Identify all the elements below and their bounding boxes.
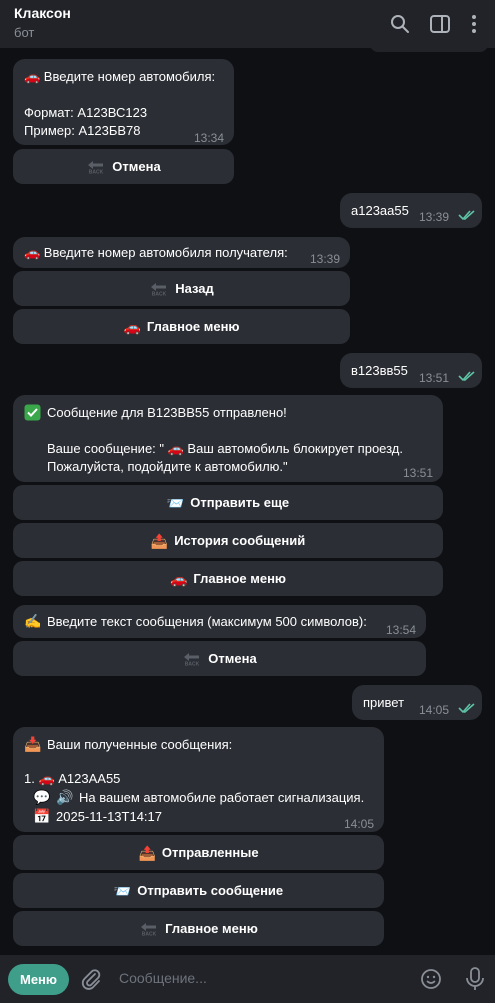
bot-message-enter-text: ✍️ Введите текст сообщения (максимум 500… — [13, 605, 426, 638]
bot-message-sent-confirmation: Сообщение для В123ВВ55 отправлено! Ваше … — [13, 395, 443, 482]
svg-text:BACK: BACK — [89, 169, 104, 174]
main-menu-button-label: Главное меню — [193, 571, 287, 586]
message-time: 14:05 — [419, 703, 450, 717]
received-item-plate: 1. 🚗 А123АА55 — [24, 771, 121, 786]
received-item-date: 2025-11-13T14:17 — [56, 809, 163, 824]
emoji-icon[interactable] — [419, 967, 443, 991]
user-message: в123вв55 13:51 — [340, 353, 482, 388]
message-text: Введите текст сообщения (максимум 500 си… — [47, 614, 367, 629]
chat-title[interactable]: Клаксон — [14, 5, 71, 21]
message-time: 13:34 — [194, 131, 225, 145]
bot-message-received-list: 📥 Ваши полученные сообщения: 1. 🚗 А123АА… — [13, 727, 384, 832]
read-ticks-icon — [458, 210, 475, 221]
sent-messages-button[interactable]: 📤 Отправленные — [13, 835, 384, 870]
back-button[interactable]: BACK Назад — [13, 271, 350, 306]
speech-bubble-icon: 💬 — [33, 789, 51, 805]
envelope-icon: 📨 — [166, 494, 185, 511]
read-ticks-icon — [458, 703, 475, 714]
inbox-tray-icon: 📥 — [24, 736, 42, 752]
sent-messages-button-label: Отправленные — [161, 845, 259, 860]
car-icon: 🚗 — [123, 318, 141, 335]
message-history-button[interactable]: 📤 История сообщений — [13, 523, 443, 558]
send-message-button-label: Отправить сообщение — [137, 883, 284, 898]
message-text: а123аа55 — [351, 203, 409, 218]
search-icon[interactable] — [388, 12, 412, 36]
car-icon: 🚗 — [169, 570, 188, 587]
cancel-button[interactable]: BACK Отмена — [13, 149, 234, 184]
more-vertical-icon[interactable] — [462, 12, 486, 36]
writing-hand-icon: ✍️ — [24, 613, 42, 629]
message-time: 14:05 — [344, 817, 375, 831]
send-more-button[interactable]: 📨 Отправить еще — [13, 485, 443, 520]
svg-text:BACK: BACK — [152, 291, 167, 296]
message-text: Сообщение для В123ВВ55 отправлено! Ваше … — [47, 405, 403, 474]
send-message-button[interactable]: 📨 Отправить сообщение — [13, 873, 384, 908]
message-text: 🚗 Введите номер автомобиля: Формат: А123… — [24, 69, 216, 138]
main-menu-button-label: Главное меню — [146, 319, 240, 334]
message-time: 13:39 — [310, 252, 341, 266]
message-time: 13:54 — [386, 623, 417, 637]
paperclip-icon[interactable] — [79, 967, 103, 991]
calendar-icon: 📅 — [33, 808, 51, 824]
message-time: 13:39 — [419, 210, 450, 224]
envelope-icon: 📨 — [113, 882, 132, 899]
user-message: привет 14:05 — [352, 685, 482, 720]
back-icon: BACK — [184, 652, 200, 666]
cancel-button[interactable]: BACK Отмена — [13, 641, 426, 676]
message-title: Ваши полученные сообщения: — [47, 737, 233, 752]
chat-header: Клаксон бот — [0, 0, 495, 48]
svg-text:BACK: BACK — [142, 931, 157, 936]
check-mark-icon — [24, 404, 41, 421]
outbox-tray-icon: 📤 — [138, 844, 156, 861]
main-menu-button[interactable]: 🚗 Главное меню — [13, 561, 443, 596]
user-message: а123аа55 13:39 — [340, 193, 482, 228]
message-time: 13:51 — [403, 466, 434, 480]
back-button-label: Назад — [175, 281, 214, 296]
message-history-button-label: История сообщений — [174, 533, 306, 548]
bot-message-enter-plate: 🚗 Введите номер автомобиля: Формат: А123… — [13, 59, 234, 145]
message-text: привет — [363, 695, 405, 710]
microphone-icon[interactable] — [463, 966, 487, 992]
back-icon: BACK — [141, 922, 157, 936]
message-time: 13:51 — [419, 371, 450, 385]
read-ticks-icon — [458, 371, 475, 382]
bot-menu-button[interactable]: Меню — [8, 964, 69, 995]
back-icon: BACK — [88, 160, 104, 174]
send-more-button-label: Отправить еще — [190, 495, 290, 510]
outbox-tray-icon: 📤 — [150, 532, 169, 549]
main-menu-button[interactable]: 🚗 Главное меню — [13, 309, 350, 344]
bot-message-enter-recipient: 🚗 Введите номер автомобиля получателя: 1… — [13, 237, 350, 268]
back-icon: BACK — [151, 282, 167, 296]
chat-subtitle: бот — [14, 25, 35, 40]
message-text: 🚗 Введите номер автомобиля получателя: — [24, 245, 288, 260]
received-item-text: На вашем автомобиле работает сигнализаци… — [79, 790, 365, 805]
message-input[interactable]: Сообщение... — [119, 970, 207, 986]
svg-text:BACK: BACK — [185, 661, 200, 666]
sidebar-toggle-icon[interactable] — [428, 12, 452, 36]
speaker-icon: 🔊 — [56, 789, 74, 805]
header-pinned-shadow — [370, 44, 488, 52]
cancel-button-label: Отмена — [112, 159, 161, 174]
main-menu-button[interactable]: BACK Главное меню — [13, 911, 384, 946]
message-text: в123вв55 — [351, 363, 408, 378]
cancel-button-label: Отмена — [208, 651, 257, 666]
main-menu-button-label: Главное меню — [165, 921, 258, 936]
